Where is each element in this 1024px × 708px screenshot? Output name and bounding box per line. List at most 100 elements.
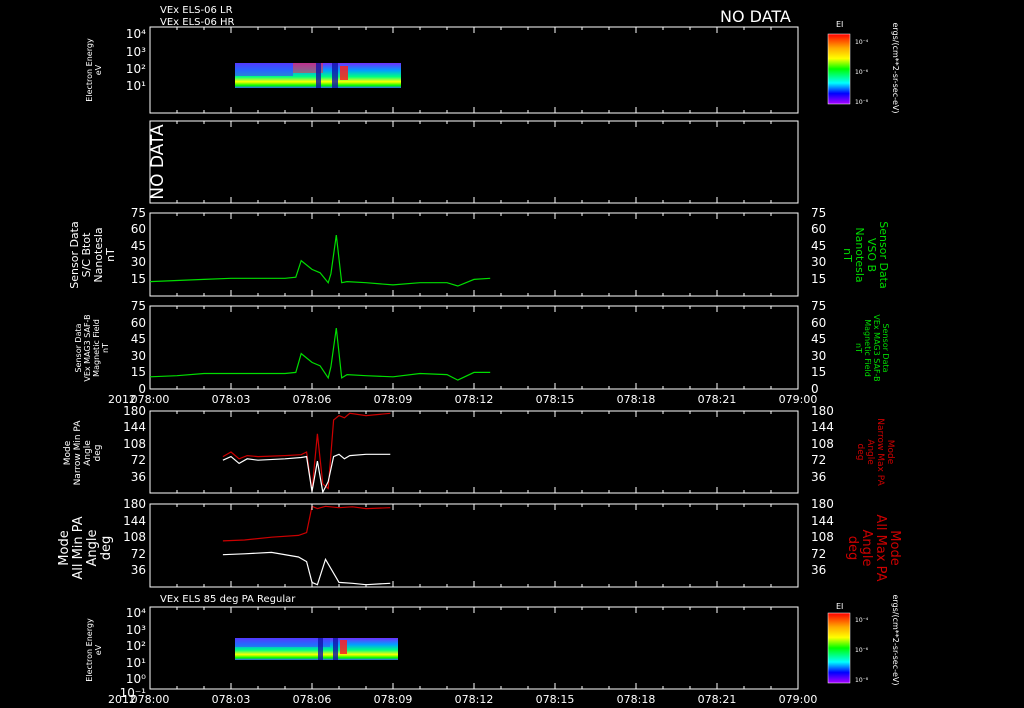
panel6-tick-label-right: 144 [811,514,834,528]
panel6-tick-label: 36 [131,563,146,577]
panel1-ylabel-1: Electron Energy [85,38,94,102]
colorbar-top-tick: 10⁻⁸ [855,99,869,106]
panel6-tick-label: 108 [123,530,146,544]
time-axis-mid: 078:00 078:03 078:06 078:09 078:12 078:15 078:… [131,393,818,406]
panel6-tick-label-right: 180 [811,497,834,511]
panel5-label-line: Narrow Min PA [73,420,83,486]
panel3-tick-label-right: 30 [811,255,826,269]
panel3-ticks-right: 75 60 45 30 15 [811,206,826,286]
panel1-ylabel-2: eV [94,64,103,75]
panel3-ticks-left: 75 60 45 30 15 [131,206,146,286]
time-tick-label: 078:00 [131,693,170,706]
panel7-title: VEx ELS 85 deg PA Regular [160,594,296,605]
panel3-tick-label-right: 15 [811,272,826,286]
time-tick-label: 078:21 [698,693,737,706]
dataset-title-lr: VEx ELS-06 LR [160,5,233,16]
panel1-tick-label: 10¹ [126,79,146,93]
panel2-frame [149,120,799,204]
panel4-right-label-line: VEx MAG3 SAF-B [872,314,881,381]
panel6-tick-label-right: 72 [811,547,826,561]
panel3-left-label: Sensor Data S/C Btot Nanotesla nT [68,221,117,288]
panel1-yaxis-ticks: 10⁴ 10³ 10² 10¹ [126,27,146,93]
panel5-frame [149,410,799,494]
tick-layer [149,27,799,689]
colorbar-bottom-tick: 10⁻⁶ [855,647,869,654]
panel7-tick-label: 10⁴ [126,606,146,620]
panel4-frame [149,305,799,390]
time-tick-label: 078:15 [536,693,575,706]
panel6-series-line [222,551,391,586]
time-tick-label: 078:06 [293,393,332,406]
panel5-series-line [222,453,391,494]
panel6-label-line: Mode [57,530,72,565]
panel5-right-label: Mode Narrow Max PA Angle deg [855,418,895,486]
panel3-tick-label-right: 60 [811,222,826,236]
panel5-label-line: deg [93,445,103,462]
series-layer [149,235,491,586]
panel6-right-label-line: Angle [859,530,874,567]
time-tick-label: 078:12 [455,693,494,706]
panel1-tick-label: 10² [126,62,146,76]
time-axis-bottom: 078:00 078:03 078:06 078:09 078:12 078:15 078:… [131,693,818,706]
panel1-tick-label: 10⁴ [126,27,146,41]
panel5-tick-label: 144 [123,420,146,434]
multi-panel-plot: VEx ELS-06 LR VEx ELS-06 HR NO DATA 10⁴ … [57,5,902,706]
panel6-right-label-line: All Max PA [873,514,888,581]
panel4-right-label: Sensor Data VEx MAG3 SAF-B Magnetic Fiel… [854,314,890,381]
panel6-tick-label: 144 [123,514,146,528]
panel5-right-label-line: Angle [865,439,875,465]
panel4-tick-label-right: 75 [811,299,826,313]
panel6-left-label: Mode All Min PA Angle deg [57,516,114,579]
panel6-right-label: Mode All Max PA Angle deg [845,514,902,581]
panel6-frame [149,503,799,588]
colorbar-top-tick: 10⁻⁶ [855,69,869,76]
panel5-tick-label: 108 [123,437,146,451]
colorbar-top [827,33,851,105]
colorbar-bottom-tick: 10⁻⁸ [855,677,869,684]
panel6-right-label-line: Mode [887,530,902,565]
colorbar-top-unit: ergs/(cm**2-sr-sec-eV) [891,22,900,113]
panel6-label-line: All Min PA [71,516,86,579]
panel4-tick-label: 15 [131,365,146,379]
time-tick-label: 078:09 [374,693,413,706]
panel4-ticks-right: 75 60 45 30 15 0 [811,299,826,396]
panel4-right-label-line: nT [854,343,863,353]
panel6-series-line [222,505,391,542]
panel4-series-line [149,328,491,381]
panel7-tick-label: 10⁰ [126,672,146,686]
time-tick-label: 078:15 [536,393,575,406]
panel6-label-line: deg [99,536,114,561]
time-tick-label: 078:03 [212,393,251,406]
panel7-spectrogram [235,638,398,660]
panel3-tick-label: 15 [131,272,146,286]
no-data-label-top: NO DATA [720,7,791,26]
panel4-right-label-line: Magnetic Field [863,319,872,377]
time-tick-label: 078:18 [617,393,656,406]
panel4-label-line: nT [101,343,110,353]
panel6-tick-label: 180 [123,497,146,511]
panel6-tick-label-right: 36 [811,563,826,577]
panel4-tick-label-right: 30 [811,349,826,363]
panel6-label-line: Angle [85,530,100,567]
time-tick-label: 079:00 [779,693,818,706]
panel7-yaxis-ticks: 10⁴ 10³ 10² 10¹ 10⁰ 10⁻¹ [120,606,147,700]
time-tick-label: 078:09 [374,393,413,406]
panel5-series-line [222,412,391,491]
panel3-label-line: nT [104,248,117,262]
panel1-tick-label: 10³ [126,45,146,59]
panel5-tick-label-right: 180 [811,404,834,418]
panel4-tick-label-right: 45 [811,332,826,346]
panel3-right-label-line: nT [841,248,854,262]
panel4-label-line: Sensor Data [74,323,83,372]
panel4-ticks-left: 75 60 45 30 15 0 [131,299,146,396]
panel3-tick-label-right: 75 [811,206,826,220]
panel5-tick-label: 72 [131,453,146,467]
panel4-tick-label: 45 [131,332,146,346]
panel5-right-label-line: Mode [885,440,895,465]
time-tick-label: 078:18 [617,693,656,706]
panel1-spectrogram [235,63,401,88]
colorbar-bottom-label: EI [836,602,843,611]
panel7-ylabel-1: Electron Energy [85,618,94,682]
panel5-left-label: Mode Narrow Min PA Angle deg [63,420,103,486]
time-tick-label: 078:21 [698,393,737,406]
